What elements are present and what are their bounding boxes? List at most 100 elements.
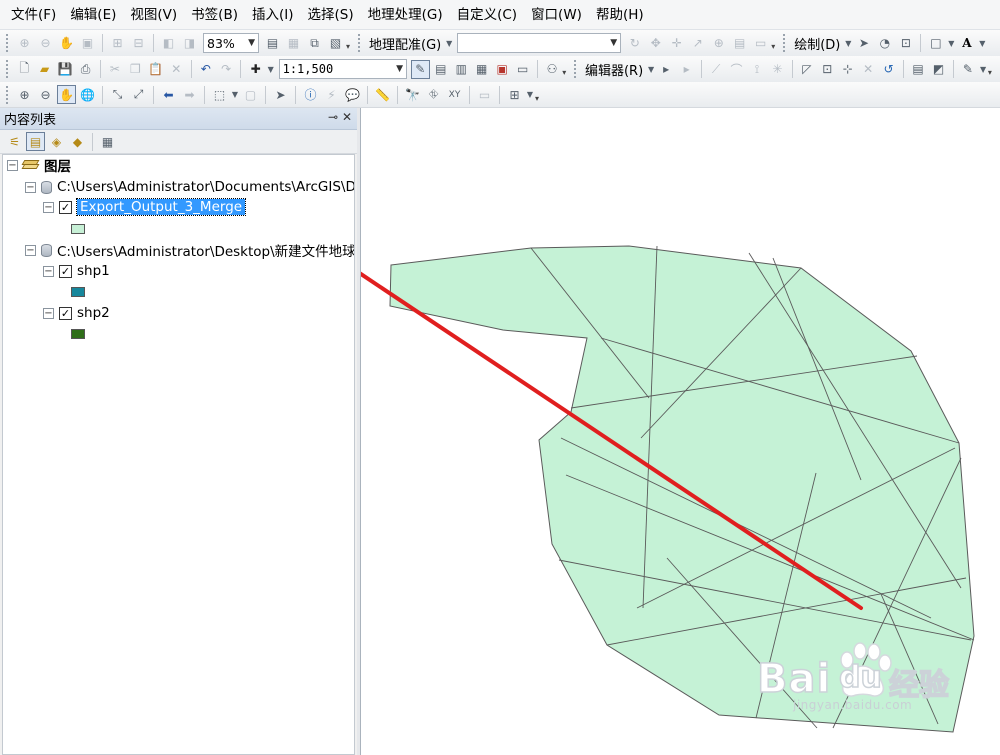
measure-icon[interactable]: 📏 bbox=[373, 85, 392, 104]
redo-icon[interactable]: ↷ bbox=[217, 60, 235, 79]
layout-zoom-combo[interactable]: 83% ▼ bbox=[203, 33, 259, 53]
menu-file[interactable]: 文件(F) bbox=[4, 0, 63, 30]
back-extent-icon[interactable]: ⬅ bbox=[159, 85, 178, 104]
toolbar-grip[interactable] bbox=[358, 34, 362, 52]
delete-icon[interactable]: ✕ bbox=[167, 60, 185, 79]
layer-visibility-checkbox[interactable]: ✓ bbox=[59, 200, 72, 214]
toolbar-options-icon[interactable]: ▾ bbox=[346, 35, 354, 51]
sketch-properties-icon[interactable]: ◩ bbox=[929, 60, 947, 79]
georeferencing-menu[interactable]: 地理配准(G) bbox=[366, 34, 444, 53]
menu-view[interactable]: 视图(V) bbox=[123, 0, 184, 30]
table-of-contents-icon[interactable]: ▤ bbox=[432, 60, 450, 79]
chevron-down-icon[interactable]: ▼ bbox=[267, 60, 275, 79]
map-scale-combo[interactable]: 1:1,500 ▼ bbox=[278, 59, 408, 79]
catalog-icon[interactable]: ▥ bbox=[452, 60, 470, 79]
menu-edit[interactable]: 编辑(E) bbox=[63, 0, 123, 30]
next-extent-page-icon[interactable]: ◨ bbox=[180, 34, 199, 53]
layer-name-label[interactable]: Export_Output_3_Merge bbox=[75, 198, 247, 216]
undo-icon[interactable]: ↶ bbox=[197, 60, 215, 79]
menu-window[interactable]: 窗口(W) bbox=[524, 0, 589, 30]
toolbar-grip[interactable] bbox=[574, 60, 578, 78]
layer-symbol-swatch[interactable] bbox=[71, 224, 85, 234]
full-extent-icon[interactable]: 🌐 bbox=[78, 85, 97, 104]
collapse-icon[interactable]: − bbox=[43, 201, 54, 213]
viewer-icon[interactable]: ▭ bbox=[751, 34, 770, 53]
toolbar-grip[interactable] bbox=[6, 85, 10, 104]
find-route-icon[interactable]: ⛗ bbox=[424, 85, 443, 104]
tree-source-group-1[interactable]: − C:\Users\Administrator\Documents\ArcGI… bbox=[25, 177, 354, 197]
create-viewer-window-icon[interactable]: ⊞ bbox=[505, 85, 524, 104]
shift-icon[interactable]: ✥ bbox=[646, 34, 665, 53]
menu-customize[interactable]: 自定义(C) bbox=[450, 0, 524, 30]
layer-visibility-checkbox[interactable]: ✓ bbox=[59, 306, 72, 320]
view-link-table-icon[interactable]: ▤ bbox=[730, 34, 749, 53]
fixed-zoom-out-icon[interactable]: ⊟ bbox=[129, 34, 148, 53]
add-control-points-icon[interactable]: ✛ bbox=[667, 34, 686, 53]
collapse-icon[interactable]: − bbox=[7, 159, 18, 171]
tree-source-group-2[interactable]: − C:\Users\Administrator\Desktop\新建文件地球 bbox=[25, 240, 354, 260]
zoom-in-icon[interactable]: ⊕ bbox=[15, 85, 34, 104]
hyperlink-icon[interactable]: ⚡ bbox=[322, 85, 341, 104]
fixed-zoom-out-map-icon[interactable]: ⤢ bbox=[129, 85, 148, 104]
identify-icon[interactable]: ⓘ bbox=[301, 85, 320, 104]
cut-icon[interactable]: ✂ bbox=[106, 60, 124, 79]
chevron-down-icon[interactable]: ▼ bbox=[979, 60, 987, 79]
attributes-icon[interactable]: ▤ bbox=[909, 60, 927, 79]
rotate-element-icon[interactable]: ◔ bbox=[875, 34, 894, 53]
layer-symbol-swatch[interactable] bbox=[71, 329, 85, 339]
menu-bookmarks[interactable]: 书签(B) bbox=[184, 0, 245, 30]
reshape-feature-icon[interactable]: ⊡ bbox=[818, 60, 836, 79]
rotate-tool-icon[interactable]: ↺ bbox=[879, 60, 897, 79]
create-features-icon[interactable]: ✎ bbox=[959, 60, 977, 79]
collapse-icon[interactable]: − bbox=[25, 244, 36, 256]
go-to-xy-icon[interactable]: XY bbox=[445, 85, 464, 104]
toolbar-grip[interactable] bbox=[783, 34, 787, 52]
data-driven-pages-icon[interactable]: ▧ bbox=[326, 34, 345, 53]
list-by-selection-icon[interactable]: ◆ bbox=[68, 132, 87, 151]
list-by-drawing-order-icon[interactable]: ⚟ bbox=[5, 132, 24, 151]
collapse-icon[interactable]: − bbox=[25, 181, 36, 193]
editor-toolbar-icon[interactable]: ✎ bbox=[411, 59, 430, 79]
edit-annotation-icon[interactable]: ▸ bbox=[677, 60, 695, 79]
paste-icon[interactable]: 📋 bbox=[147, 60, 165, 79]
fixed-zoom-in-map-icon[interactable]: ⤡ bbox=[108, 85, 127, 104]
pin-icon[interactable]: ⊸ bbox=[328, 110, 338, 124]
point-icon[interactable]: ✳ bbox=[768, 60, 786, 79]
tree-layer-export-output[interactable]: − ✓ Export_Output_3_Merge bbox=[43, 197, 247, 217]
select-link-icon[interactable]: ↗ bbox=[688, 34, 707, 53]
print-icon[interactable]: ⎙ bbox=[76, 60, 94, 79]
toolbar-options-icon[interactable]: ▾ bbox=[535, 87, 543, 103]
rectangle-icon[interactable]: □ bbox=[926, 34, 945, 53]
toggle-draft-mode-icon[interactable]: ▤ bbox=[263, 34, 282, 53]
save-icon[interactable]: 💾 bbox=[56, 60, 74, 79]
chevron-down-icon[interactable]: ▼ bbox=[231, 85, 239, 104]
zoom-whole-page-icon[interactable]: ▣ bbox=[78, 34, 97, 53]
menu-geoprocessing[interactable]: 地理处理(G) bbox=[361, 0, 450, 30]
chevron-down-icon[interactable]: ▼ bbox=[947, 34, 955, 53]
tree-layer-shp2[interactable]: − ✓ shp2 bbox=[43, 303, 110, 323]
select-features-icon[interactable]: ⬚ bbox=[210, 85, 229, 104]
straight-segment-icon[interactable]: ⟋ bbox=[707, 60, 725, 79]
zoom-out-icon[interactable]: ⊖ bbox=[36, 85, 55, 104]
collapse-icon[interactable]: − bbox=[43, 307, 54, 319]
change-layout-icon[interactable]: ⧉ bbox=[305, 34, 324, 53]
toolbar-options-icon[interactable]: ▾ bbox=[771, 35, 779, 51]
list-by-source-icon[interactable]: ▤ bbox=[26, 132, 45, 151]
split-tool-icon[interactable]: ✕ bbox=[859, 60, 877, 79]
drawing-menu[interactable]: 绘制(D) bbox=[791, 34, 843, 53]
menu-help[interactable]: 帮助(H) bbox=[589, 0, 651, 30]
georeferencing-layer-combo[interactable]: ▼ bbox=[457, 33, 622, 53]
list-by-visibility-icon[interactable]: ◈ bbox=[47, 132, 66, 151]
select-elements-icon[interactable]: ➤ bbox=[271, 85, 290, 104]
toolbar-grip[interactable] bbox=[6, 34, 10, 52]
clear-selection-icon[interactable]: ▢ bbox=[241, 85, 260, 104]
arc-segment-icon[interactable]: ⌒ bbox=[727, 60, 745, 79]
copy-icon[interactable]: ❐ bbox=[126, 60, 144, 79]
search-window-icon[interactable]: ▦ bbox=[473, 60, 491, 79]
cut-polygons-icon[interactable]: ⊹ bbox=[839, 60, 857, 79]
zoom-out-page-icon[interactable]: ⊖ bbox=[36, 34, 55, 53]
toolbar-options-icon[interactable]: ▾ bbox=[562, 61, 570, 77]
chevron-down-icon[interactable]: ▼ bbox=[647, 60, 655, 79]
time-slider-icon[interactable]: ▭ bbox=[475, 85, 494, 104]
open-folder-icon[interactable]: ▰ bbox=[35, 60, 53, 79]
